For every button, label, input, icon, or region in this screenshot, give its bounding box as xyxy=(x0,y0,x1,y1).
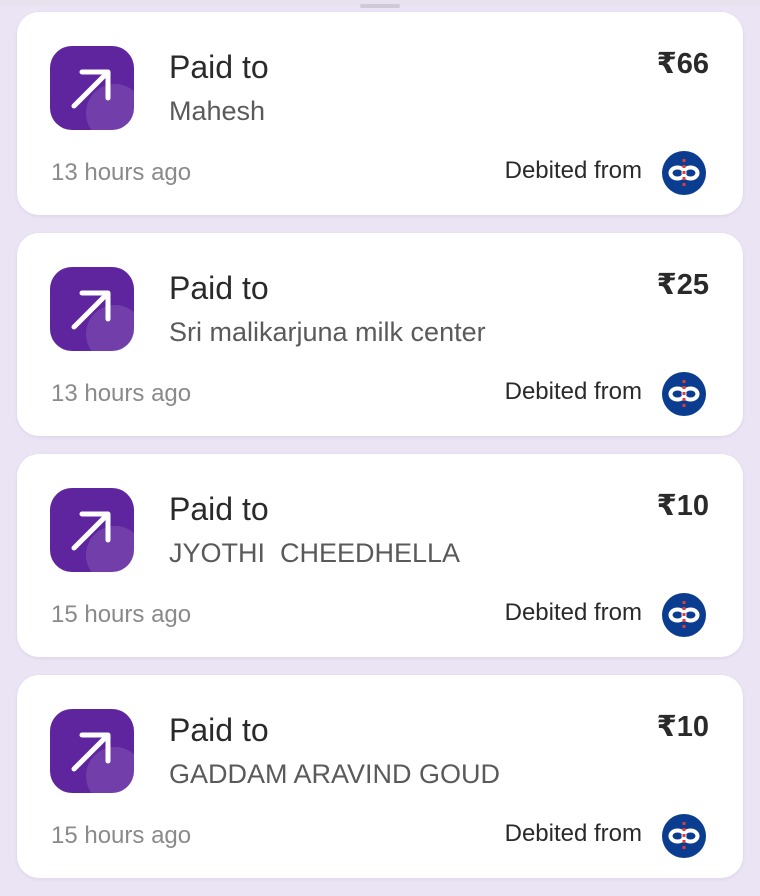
bank-logo-icon xyxy=(662,372,706,416)
transaction-time: 13 hours ago xyxy=(51,380,192,407)
transaction-card[interactable]: Paid to GADDAM ARAVIND GOUD ₹10 15 hours… xyxy=(17,675,743,878)
arrow-up-right-icon xyxy=(50,488,134,572)
transaction-amount: ₹66 xyxy=(656,48,709,80)
payee-name: GADDAM ARAVIND GOUD xyxy=(169,759,501,789)
bank-logo-icon xyxy=(662,151,706,195)
debited-from-label: Debited from xyxy=(504,157,642,184)
payee-name: Sri malikarjuna milk center xyxy=(169,317,486,347)
transaction-card[interactable]: Paid to JYOTHI CHEEDHELLA ₹10 15 hours a… xyxy=(17,454,743,657)
transaction-amount: ₹10 xyxy=(656,490,709,522)
transaction-title: Paid to xyxy=(169,491,269,527)
transaction-title: Paid to xyxy=(169,270,269,306)
transaction-time: 13 hours ago xyxy=(51,159,192,186)
debited-from-label: Debited from xyxy=(504,378,642,405)
transaction-card[interactable]: Paid to Sri malikarjuna milk center ₹25 … xyxy=(17,233,743,436)
transaction-amount: ₹25 xyxy=(656,269,709,301)
transaction-time: 15 hours ago xyxy=(51,822,192,849)
transaction-title: Paid to xyxy=(169,712,269,748)
payee-name: JYOTHI CHEEDHELLA xyxy=(169,538,461,568)
transaction-list: Paid to Mahesh ₹66 13 hours ago Debited … xyxy=(17,12,743,896)
transaction-time: 15 hours ago xyxy=(51,601,192,628)
transaction-title: Paid to xyxy=(169,49,269,85)
transaction-card[interactable]: Paid to Mahesh ₹66 13 hours ago Debited … xyxy=(17,12,743,215)
arrow-up-right-icon xyxy=(50,267,134,351)
transaction-amount: ₹10 xyxy=(656,711,709,743)
arrow-up-right-icon xyxy=(50,46,134,130)
drag-handle[interactable] xyxy=(360,4,400,8)
bank-logo-icon xyxy=(662,593,706,637)
bank-logo-icon xyxy=(662,814,706,858)
debited-from-label: Debited from xyxy=(504,820,642,847)
arrow-up-right-icon xyxy=(50,709,134,793)
payee-name: Mahesh xyxy=(169,96,266,126)
debited-from-label: Debited from xyxy=(504,599,642,626)
